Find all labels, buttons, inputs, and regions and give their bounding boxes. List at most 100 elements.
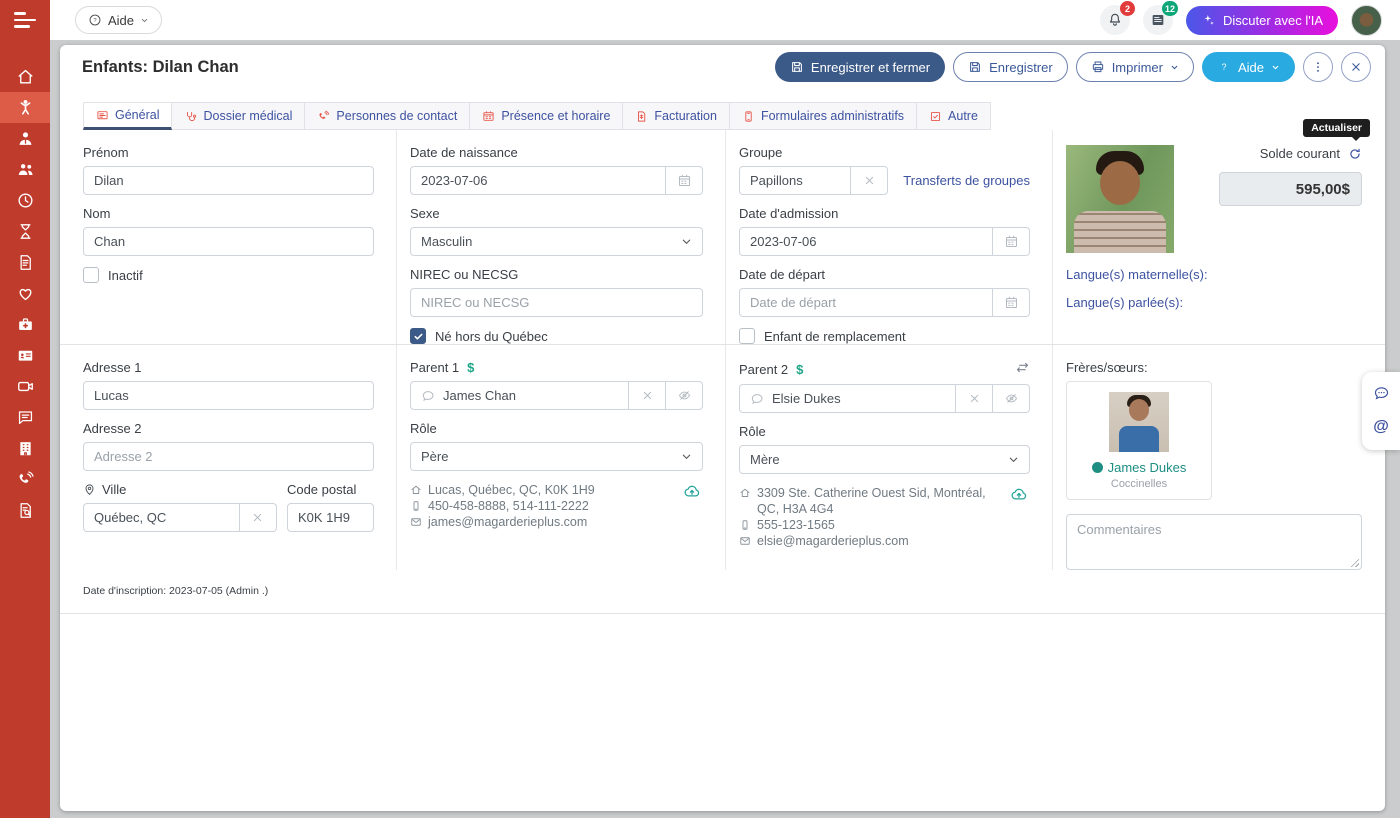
sidebar-item-medical[interactable] xyxy=(0,309,50,340)
save-label: Enregistrer xyxy=(989,60,1053,75)
nirec-input[interactable] xyxy=(410,288,703,317)
eye-off-icon xyxy=(1004,391,1019,406)
sidebar-item-children[interactable] xyxy=(0,92,50,123)
hide-parent1-button[interactable] xyxy=(666,381,703,410)
sidebar-item-video[interactable] xyxy=(0,371,50,402)
sidebar-item-reports[interactable] xyxy=(0,495,50,526)
commentaires-textarea[interactable] xyxy=(1066,514,1362,570)
adresse2-input[interactable] xyxy=(83,442,374,471)
page-title: Enfants: Dilan Chan xyxy=(82,58,239,77)
sidebar-item-facility[interactable] xyxy=(0,433,50,464)
refresh-icon xyxy=(1348,147,1362,161)
sidebar-item-parents[interactable] xyxy=(0,154,50,185)
mention-email-button[interactable]: @ xyxy=(1373,419,1389,435)
checkbox-box[interactable] xyxy=(83,267,99,283)
notifications-button[interactable]: 2 xyxy=(1100,5,1130,35)
sibling-photo[interactable] xyxy=(1109,392,1169,452)
parent1-role-select[interactable]: Père xyxy=(410,442,703,471)
tab-label: Dossier médical xyxy=(203,109,292,123)
prenom-input[interactable] xyxy=(83,166,374,195)
sidebar-item-health[interactable] xyxy=(0,278,50,309)
sidebar-item-messages[interactable] xyxy=(0,402,50,433)
siblings-label: Frères/sœurs: xyxy=(1066,360,1362,375)
clear-parent2-button[interactable] xyxy=(956,384,993,413)
check-square-icon xyxy=(929,110,942,123)
menu-hamburger-button[interactable] xyxy=(0,0,50,40)
tab-dossier-medical[interactable]: Dossier médical xyxy=(172,102,305,130)
clear-groupe-button[interactable] xyxy=(851,166,888,195)
ville-input[interactable] xyxy=(83,503,240,532)
solde-courant-label: Solde courant xyxy=(1260,146,1340,161)
tab-facturation[interactable]: Facturation xyxy=(623,102,730,130)
parent1-name-input[interactable]: James Chan xyxy=(410,381,629,410)
payer-dollar-icon[interactable]: $ xyxy=(467,360,474,375)
tab-general[interactable]: Général xyxy=(83,102,172,130)
parent2-name-input[interactable]: Elsie Dukes xyxy=(739,384,956,413)
notifications-badge: 2 xyxy=(1120,1,1135,16)
langue-maternelle-link[interactable]: Langue(s) maternelle(s): xyxy=(1066,267,1362,282)
nom-input[interactable] xyxy=(83,227,374,256)
topbar-help-button[interactable]: ? Aide xyxy=(75,6,162,34)
parent2-role-select[interactable]: Mère xyxy=(739,445,1030,474)
sexe-select[interactable]: Masculin xyxy=(410,227,703,256)
print-button[interactable]: Imprimer xyxy=(1076,52,1194,82)
internal-chat-button[interactable] xyxy=(1373,385,1390,402)
billing-alerts-button[interactable]: 12 xyxy=(1143,5,1173,35)
clear-ville-button[interactable] xyxy=(240,503,277,532)
tab-formulaires-administratifs[interactable]: Formulaires administratifs xyxy=(730,102,917,130)
payer-dollar-icon[interactable]: $ xyxy=(796,362,803,377)
app-screen: ? Aide 2 12 Discuter avec l'IA Enfants: … xyxy=(0,0,1400,818)
code-postal-input[interactable] xyxy=(287,503,374,532)
transferts-groupes-link[interactable]: Transferts de groupes xyxy=(903,173,1030,188)
enfant-remplacement-checkbox[interactable]: Enfant de remplacement xyxy=(739,328,1030,344)
ne-hors-quebec-checkbox[interactable]: Né hors du Québec xyxy=(410,328,703,344)
calendar-icon-button[interactable] xyxy=(993,288,1030,317)
swap-parents-button[interactable] xyxy=(1015,360,1030,378)
check-icon xyxy=(413,331,424,342)
clear-parent1-button[interactable] xyxy=(629,381,666,410)
close-window-button[interactable] xyxy=(1341,52,1371,82)
inactif-checkbox[interactable]: Inactif xyxy=(83,267,374,283)
chat-ai-button[interactable]: Discuter avec l'IA xyxy=(1186,6,1338,35)
billing-badge: 12 xyxy=(1162,1,1178,16)
hide-parent2-button[interactable] xyxy=(993,384,1030,413)
adresse2-label: Adresse 2 xyxy=(83,421,374,436)
sidebar-item-hours[interactable] xyxy=(0,185,50,216)
refresh-balance-button[interactable] xyxy=(1348,147,1362,161)
checkbox-box[interactable] xyxy=(410,328,426,344)
save-close-button[interactable]: Enregistrer et fermer xyxy=(775,52,945,82)
parent2-upload-button[interactable] xyxy=(1010,485,1028,506)
parent1-upload-button[interactable] xyxy=(683,482,701,503)
tab-label: Général xyxy=(115,108,159,122)
help-button[interactable]: ? Aide xyxy=(1202,52,1295,82)
code-postal-label: Code postal xyxy=(287,482,374,497)
sibling-card: James Dukes Coccinelles xyxy=(1066,381,1212,500)
sidebar-item-id-cards[interactable] xyxy=(0,340,50,371)
langue-parlee-link[interactable]: Langue(s) parlée(s): xyxy=(1066,295,1362,310)
save-button[interactable]: Enregistrer xyxy=(953,52,1068,82)
depart-input[interactable] xyxy=(739,288,993,317)
checkbox-box[interactable] xyxy=(739,328,755,344)
sidebar-item-home[interactable] xyxy=(0,61,50,92)
sidebar-item-staff[interactable] xyxy=(0,123,50,154)
more-options-button[interactable] xyxy=(1303,52,1333,82)
tab-autre[interactable]: Autre xyxy=(917,102,991,130)
user-avatar[interactable] xyxy=(1351,5,1382,36)
sidebar-item-invoices[interactable] xyxy=(0,247,50,278)
groupe-input[interactable] xyxy=(739,166,851,195)
calendar-icon-button[interactable] xyxy=(666,166,703,195)
calendar-icon-button[interactable] xyxy=(993,227,1030,256)
dob-input[interactable] xyxy=(410,166,666,195)
child-photo[interactable] xyxy=(1066,145,1174,253)
tab-presence-horaire[interactable]: Présence et horaire xyxy=(470,102,623,130)
tab-personnes-de-contact[interactable]: Personnes de contact xyxy=(305,102,470,130)
child-record-window: Enfants: Dilan Chan Enregistrer et ferme… xyxy=(60,45,1385,811)
sidebar-item-calls[interactable] xyxy=(0,464,50,495)
child-icon xyxy=(16,98,35,117)
sidebar-item-waitlist[interactable] xyxy=(0,216,50,247)
tab-label: Présence et horaire xyxy=(501,109,610,123)
x-clear-icon xyxy=(640,388,655,403)
sibling-name-link[interactable]: James Dukes xyxy=(1092,460,1187,475)
adresse1-input[interactable] xyxy=(83,381,374,410)
admission-input[interactable] xyxy=(739,227,993,256)
